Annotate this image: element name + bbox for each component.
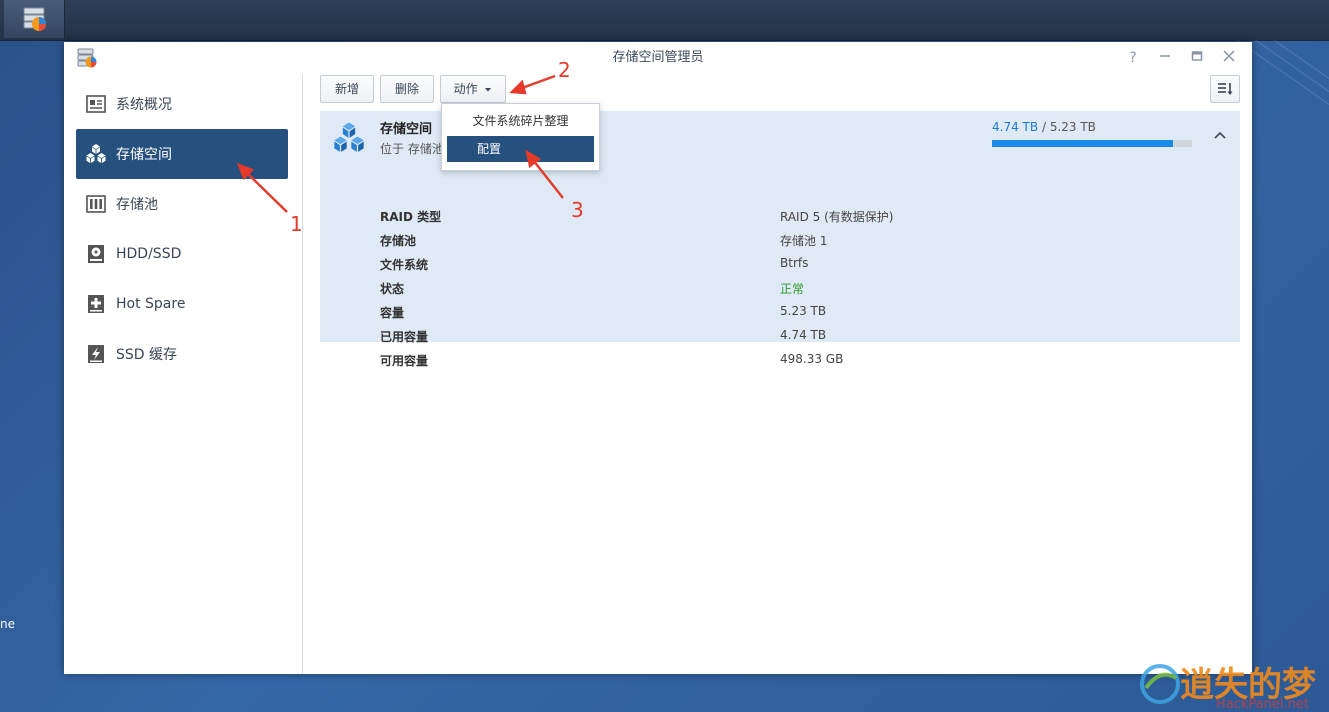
arrow-head-2 — [509, 79, 527, 95]
annotation-number-3: 3 — [571, 198, 584, 222]
svg-text:HackPanel.net: HackPanel.net — [1216, 697, 1309, 712]
annotation-number-1: 1 — [290, 212, 303, 236]
watermark-logo: 逍失的梦 HackPanel.net — [1140, 664, 1316, 712]
annotation-arrows — [236, 74, 564, 213]
annotation-number-2: 2 — [558, 58, 571, 82]
